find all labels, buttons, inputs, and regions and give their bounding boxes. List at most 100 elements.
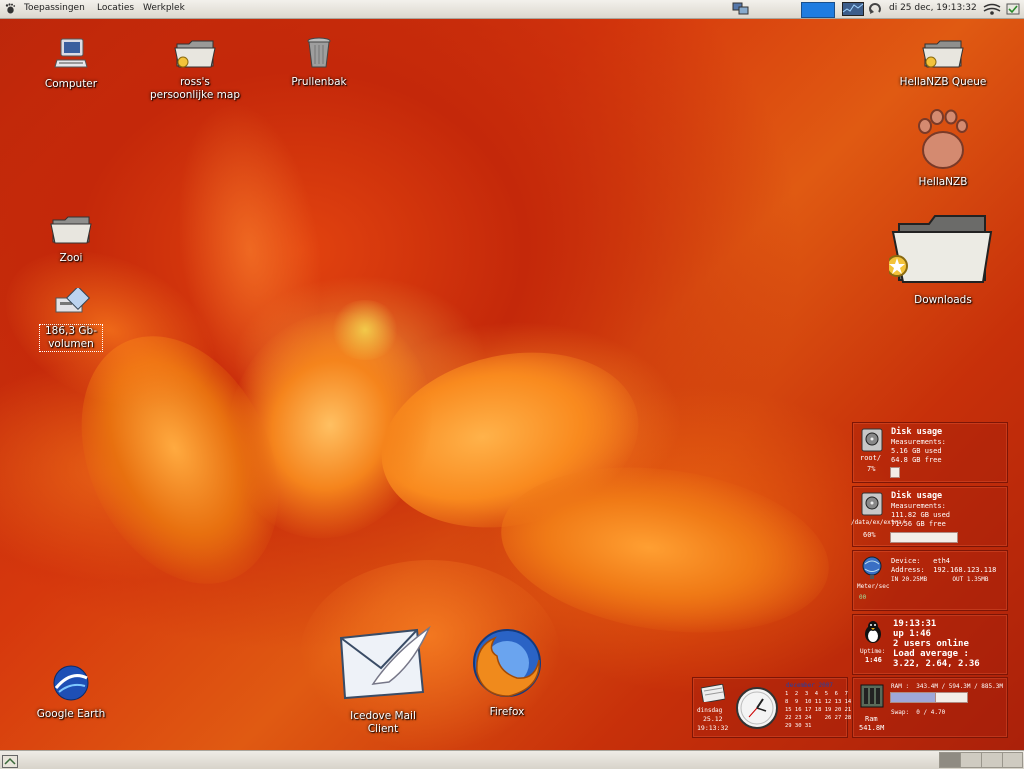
clock[interactable]: di 25 dec, 19:13:32 — [889, 3, 977, 13]
swap-line: Swap: 0 / 4.70 — [891, 709, 946, 716]
workspace-4[interactable] — [1002, 752, 1023, 768]
desktop-icon-label: Prullenbak — [291, 76, 347, 88]
wallpaper-petal — [159, 91, 341, 409]
memory-chip-icon — [859, 683, 885, 713]
uptime-widget: Uptime: 1:46 19:13:31 up 1:46 2 users on… — [852, 614, 1008, 675]
home-folder-icon — [140, 36, 250, 74]
disk-subtitle: Measurements: — [891, 438, 946, 446]
system-monitor-icon[interactable] — [842, 2, 864, 16]
workspace-2[interactable] — [960, 752, 982, 768]
desktop-icon-trash[interactable]: Prullenbak — [264, 36, 374, 89]
desktop-icon-home[interactable]: ross's persoonlijke map — [140, 36, 250, 102]
wallpaper-petal — [330, 300, 400, 360]
gnome-foot-icon[interactable] — [5, 3, 16, 14]
network-small-value: 00 — [859, 594, 867, 601]
disk-subtitle: Measurements: — [891, 502, 946, 510]
disk-usage-bar — [890, 467, 900, 478]
network-address: Address: 192.168.123.118 — [891, 566, 997, 574]
menu-applications[interactable]: Toepassingen — [24, 3, 85, 13]
desktop-icon-label: Firefox — [489, 706, 525, 718]
downloads-folder-icon — [886, 210, 998, 292]
hard-disk-icon — [861, 428, 883, 456]
gimp-foot-icon — [888, 108, 998, 174]
network-device: Device: eth4 — [891, 557, 951, 565]
ram-value: 541.8M — [859, 724, 885, 732]
tux-penguin-icon — [863, 620, 883, 648]
icedove-mail-icon — [328, 624, 438, 708]
disk-used: 5.16 GB used — [891, 447, 942, 455]
wallpaper-petal — [365, 329, 655, 551]
disk-used: 111.82 GB used — [891, 511, 951, 519]
network-icon[interactable] — [732, 2, 750, 16]
calendar-widget: dinsdag 25.12 19:13:32 december 2007 1 2… — [692, 677, 852, 738]
uptime-time: 19:13:31 — [893, 619, 937, 629]
desktop-icon-google-earth[interactable]: Google Earth — [16, 664, 126, 721]
disk-free: 64.8 GB free — [891, 456, 942, 464]
calendar-row: 22 23 24 26 27 28 — [785, 715, 852, 721]
disk-mount-label: root/ — [860, 454, 882, 462]
workspace-1[interactable] — [939, 752, 961, 768]
desktop-icon-label: Computer — [44, 78, 98, 90]
disk-usage-bar — [890, 532, 958, 543]
desktop-icon-label: ross's persoonlijke map — [150, 76, 240, 101]
calendar-date: 25.12 — [703, 715, 723, 723]
calendar-time: 19:13:32 — [697, 724, 729, 732]
uptime-users: 2 users online — [893, 639, 969, 649]
uptime-load: 3.22, 2.64, 2.36 — [893, 659, 980, 669]
status-icon[interactable] — [1006, 2, 1020, 16]
desktop-icon-label: HellaNZB — [918, 176, 968, 188]
update-icon[interactable] — [868, 2, 882, 16]
computer-icon — [16, 36, 126, 76]
analog-clock-icon — [735, 686, 779, 734]
trash-icon — [264, 36, 374, 74]
disk-usage-widget-root: root/ 7% Disk usage Measurements: 5.16 G… — [852, 422, 1008, 483]
desktop-icon-label: Google Earth — [36, 708, 106, 720]
desktop-icon-zooi[interactable]: Zooi — [16, 214, 126, 265]
desktop-icon-label: Downloads — [914, 294, 972, 306]
desktop-icon-volume[interactable]: 186,3 Gb-volumen — [16, 285, 126, 352]
desktop-icon-label: 186,3 Gb-volumen — [39, 324, 103, 352]
disk-usage-widget-data: /data/ex/extra/ 60% Disk usage Measureme… — [851, 486, 1008, 547]
desktop-icon-downloads[interactable]: Downloads — [886, 210, 998, 307]
google-earth-icon — [16, 664, 126, 706]
disk-title: Disk usage — [891, 427, 943, 437]
folder-icon — [16, 214, 126, 250]
folder-icon — [888, 36, 998, 74]
firefox-icon — [452, 626, 562, 704]
network-meter-label: Meter/sec — [857, 583, 890, 590]
network-connection-icon[interactable] — [983, 2, 1001, 16]
desktop-icon-icedove[interactable]: Icedove Mail Client — [328, 624, 438, 736]
uptime-icon-label: Uptime: — [860, 648, 886, 655]
uptime-load-label: Load average : — [893, 649, 969, 659]
menu-system[interactable]: Werkplek — [143, 3, 185, 13]
volume-meter-icon[interactable] — [801, 2, 835, 18]
calendar-day: dinsdag — [697, 707, 723, 714]
desktop-icon-hellanzb-queue[interactable]: HellaNZB Queue — [888, 36, 998, 89]
calendar-row: 15 16 17 18 19 20 21 — [785, 707, 852, 713]
ram-usage-bar — [890, 692, 936, 703]
disk-percent: 7% — [867, 465, 876, 473]
calendar-icon — [700, 683, 726, 706]
disk-percent: 60% — [863, 531, 876, 539]
desktop-icon-firefox[interactable]: Firefox — [452, 626, 562, 719]
network-widget: Meter/sec 00 Device: eth4 Address: 192.1… — [852, 550, 1008, 611]
desktop-icon-label: Icedove Mail Client — [350, 710, 416, 735]
calendar-month: december 2007 — [786, 682, 833, 689]
menu-places[interactable]: Locaties — [97, 3, 134, 13]
show-desktop-icon[interactable] — [2, 753, 18, 768]
ram-widget: Ram 541.8M RAM : 343.4M / 594.3M / 885.3… — [852, 677, 1008, 738]
ram-label: Ram — [865, 715, 878, 723]
globe-icon — [861, 556, 883, 584]
desktop-icon-label: Zooi — [59, 252, 83, 264]
uptime-up: up 1:46 — [893, 629, 931, 639]
disk-free: 71.56 GB free — [891, 520, 946, 528]
desktop-icon-label: HellaNZB Queue — [899, 76, 987, 88]
desktop-icon-hellanzb[interactable]: HellaNZB — [888, 108, 998, 189]
top-panel: Toepassingen Locaties Werkplek di 25 dec… — [0, 0, 1024, 19]
drive-icon — [16, 285, 126, 322]
desktop-icon-computer[interactable]: Computer — [16, 36, 126, 91]
disk-title: Disk usage — [891, 491, 943, 501]
wallpaper-petal — [490, 447, 840, 653]
workspace-3[interactable] — [981, 752, 1003, 768]
bottom-panel — [0, 750, 1024, 769]
